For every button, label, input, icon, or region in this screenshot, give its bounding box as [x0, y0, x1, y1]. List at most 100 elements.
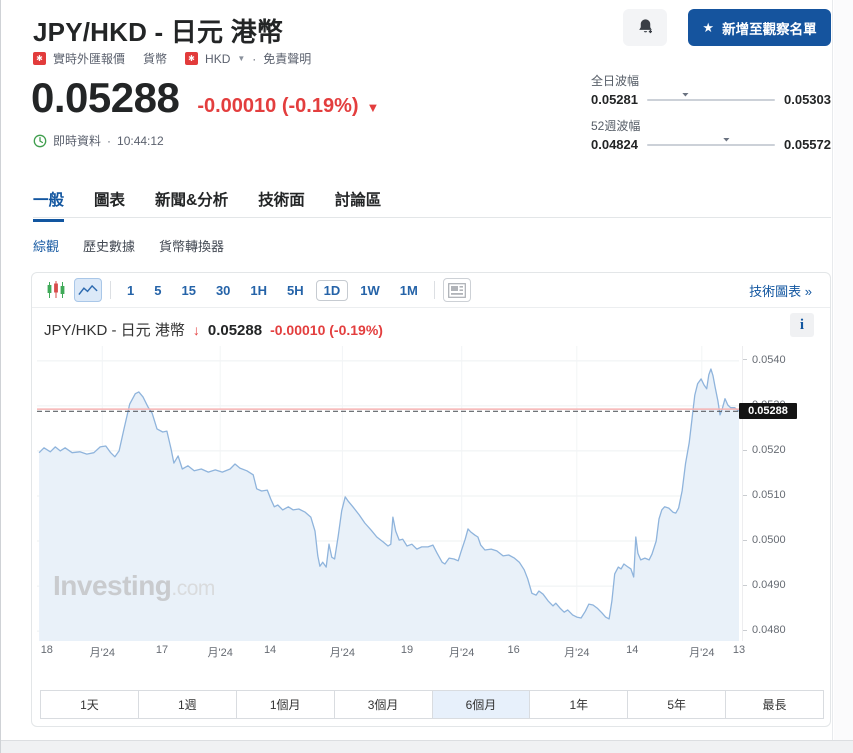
bottom-strip [1, 740, 853, 753]
x-tick-label: 16 [508, 644, 520, 656]
x-axis: 18月'2417月'2414月'2419月'2416月'2414月'2413 [37, 644, 739, 660]
week52-range-high: 0.05572 [784, 137, 831, 152]
period-1年[interactable]: 1年 [530, 691, 628, 718]
period-1週[interactable]: 1週 [139, 691, 237, 718]
x-tick-label: 19 [401, 644, 413, 656]
day-range-row: 0.05281 0.05303 [591, 92, 831, 107]
last-price-label: 0.05288 [739, 403, 797, 419]
interval-1W[interactable]: 1W [352, 280, 388, 301]
chart-price: 0.05288 [208, 322, 262, 339]
add-to-watchlist-button[interactable]: ★ 新增至觀察名單 [688, 9, 831, 46]
quote-time: 10:44:12 [117, 134, 164, 148]
period-6個月[interactable]: 6個月 [433, 691, 531, 718]
x-tick-label: 14 [264, 644, 276, 656]
tabs-divider [33, 217, 831, 218]
watermark: Investing.com [53, 570, 215, 602]
interval-1M[interactable]: 1M [392, 280, 426, 301]
week52-range-label: 52週波幅 [591, 117, 831, 134]
chart-widget: 1515301H5H1D1W1M 技術圖表 » [31, 272, 831, 727]
chart-instrument-name: JPY/HKD - 日元 港幣 [44, 319, 185, 340]
breadcrumb-realtime[interactable]: 實時外匯報價 [53, 50, 125, 67]
period-3個月[interactable]: 3個月 [335, 691, 433, 718]
interval-15[interactable]: 15 [173, 280, 203, 301]
chart-toolbar: 1515301H5H1D1W1M 技術圖表 » [32, 273, 830, 308]
period-最長[interactable]: 最長 [726, 691, 823, 718]
news-panel-icon [448, 283, 466, 298]
day-range-low: 0.05281 [591, 92, 638, 107]
line-chart-icon [78, 283, 98, 297]
week52-range-track [647, 144, 775, 146]
chart-title-row: JPY/HKD - 日元 港幣 ↓ 0.05288 -0.00010 (-0.1… [44, 319, 383, 340]
interval-5[interactable]: 5 [146, 280, 169, 301]
hk-flag-icon: ✱ [185, 52, 198, 65]
chart-plot-area[interactable]: Investing.com [37, 346, 739, 641]
day-range-label: 全日波幅 [591, 72, 831, 89]
period-5年[interactable]: 5年 [628, 691, 726, 718]
day-range-track [647, 99, 775, 101]
disclaimer-link[interactable]: 免責聲明 [263, 50, 311, 67]
y-axis: 0.05400.05300.05200.05100.05000.04900.04… [742, 346, 828, 641]
main-content: JPY/HKD - 日元 港幣 ★ 新增至觀察名單 ✱ 實時外匯報價 貨幣 ✱ … [1, 0, 833, 753]
currency-code[interactable]: HKD [205, 52, 230, 66]
right-gutter [834, 0, 853, 753]
star-icon: ★ [702, 20, 714, 36]
x-tick-label: 月'24 [689, 644, 714, 660]
period-1個月[interactable]: 1個月 [237, 691, 335, 718]
day-range-marker [682, 93, 689, 97]
subtab-currency-converter[interactable]: 貨幣轉換器 [159, 236, 224, 255]
x-tick-label: 月'24 [564, 644, 589, 660]
y-tick-label: 0.0510 [743, 489, 786, 501]
current-price: 0.05288 [31, 74, 179, 122]
watermark-suffix: .com [171, 577, 215, 600]
x-tick-label: 18 [41, 644, 53, 656]
candlestick-chart-button[interactable] [42, 278, 70, 302]
chart-price-change: -0.00010 (-0.19%) [270, 322, 383, 338]
y-tick-label: 0.0540 [743, 354, 786, 366]
interval-1H[interactable]: 1H [242, 280, 275, 301]
candlestick-icon [46, 281, 66, 299]
x-tick-label: 月'24 [90, 644, 115, 660]
week52-range-marker [723, 138, 730, 142]
subtab-historical-data[interactable]: 歷史數據 [83, 236, 135, 255]
technical-chart-link[interactable]: 技術圖表 » [749, 281, 820, 300]
info-icon[interactable]: i [790, 313, 814, 337]
line-chart-button[interactable] [74, 278, 102, 302]
interval-1D[interactable]: 1D [316, 280, 349, 301]
subtab-overview[interactable]: 綜觀 [33, 236, 59, 255]
sub-tabs: 綜觀 歷史數據 貨幣轉換器 [33, 236, 224, 255]
clock-icon [33, 134, 47, 148]
ranges-panel: 全日波幅 0.05281 0.05303 52週波幅 0.04824 0.055… [591, 72, 831, 162]
x-tick-label: 月'24 [449, 644, 474, 660]
x-tick-label: 月'24 [208, 644, 233, 660]
realtime-status: 即時資料 · 10:44:12 [33, 132, 164, 149]
dot-separator: · [107, 134, 111, 148]
key-events-button[interactable] [443, 278, 471, 302]
x-tick-label: 13 [733, 644, 745, 656]
week52-range-low: 0.04824 [591, 137, 638, 152]
alert-button[interactable] [623, 9, 667, 46]
y-tick-label: 0.0480 [743, 624, 786, 636]
chevron-down-icon[interactable]: ▼ [237, 54, 245, 63]
breadcrumb-currency[interactable]: 貨幣 [143, 50, 167, 67]
x-tick-label: 月'24 [330, 644, 355, 660]
x-tick-label: 17 [156, 644, 168, 656]
y-tick-label: 0.0520 [743, 444, 786, 456]
interval-list: 1515301H5H1D1W1M [119, 280, 426, 301]
quote-block: 0.05288 -0.00010 (-0.19%) ▼ [31, 74, 379, 122]
toolbar-divider [434, 281, 435, 299]
status-label: 即時資料 [53, 132, 101, 149]
price-change: -0.00010 (-0.19%) [197, 95, 358, 118]
toolbar-divider [110, 281, 111, 299]
period-selector: 1天1週1個月3個月6個月1年5年最長 [40, 690, 824, 719]
interval-5H[interactable]: 5H [279, 280, 312, 301]
watchlist-button-label: 新增至觀察名單 [722, 18, 817, 38]
price-down-caret-icon[interactable]: ▼ [367, 100, 380, 115]
x-tick-label: 14 [626, 644, 638, 656]
hk-flag-icon: ✱ [33, 52, 46, 65]
period-1天[interactable]: 1天 [41, 691, 139, 718]
interval-30[interactable]: 30 [208, 280, 238, 301]
watermark-main: Investing [53, 570, 171, 601]
page: JPY/HKD - 日元 港幣 ★ 新增至觀察名單 ✱ 實時外匯報價 貨幣 ✱ … [0, 0, 853, 753]
interval-1[interactable]: 1 [119, 280, 142, 301]
y-tick-label: 0.0490 [743, 579, 786, 591]
